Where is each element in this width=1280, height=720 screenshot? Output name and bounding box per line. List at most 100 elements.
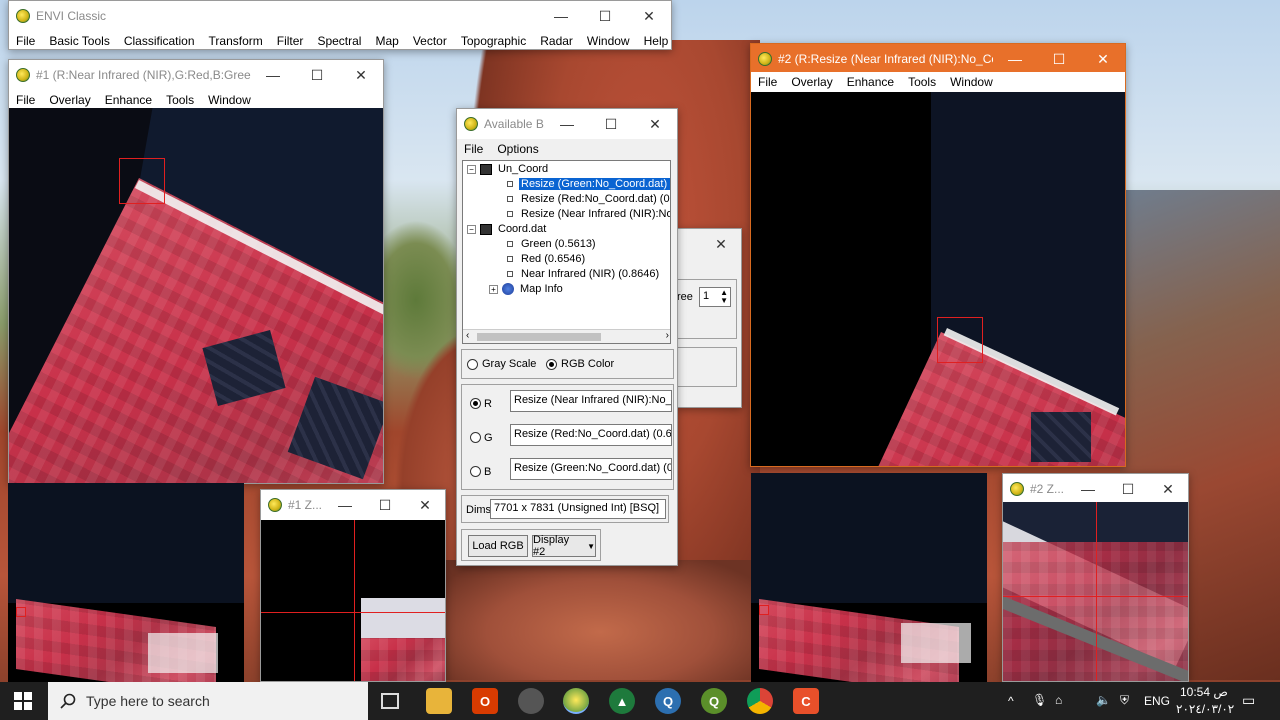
rgb-color-radio[interactable] [546, 359, 557, 370]
maximize-button[interactable]: ☐ [589, 109, 633, 139]
menu-vector[interactable]: Vector [406, 34, 454, 48]
close-button[interactable]: ✕ [405, 490, 445, 520]
menu-filter[interactable]: Filter [270, 34, 311, 48]
display2-scroll-window[interactable] [751, 473, 987, 682]
load-rgb-button[interactable]: Load RGB [468, 535, 528, 557]
menu-basic-tools[interactable]: Basic Tools [42, 34, 116, 48]
b-band-field[interactable]: Resize (Green:No_Coord.dat) (0.56 [510, 458, 672, 480]
maximize-button[interactable]: ☐ [295, 60, 339, 90]
menu-window[interactable]: Window [943, 75, 1000, 89]
degree-spinner[interactable]: 1 ▲ ▼ [699, 287, 731, 307]
scroll-right-icon[interactable]: › [666, 330, 669, 341]
collapse-icon[interactable]: − [467, 164, 476, 174]
menu-file[interactable]: File [9, 34, 42, 48]
qgis-icon[interactable]: Q [701, 688, 727, 714]
search-app-icon[interactable]: Q [655, 688, 681, 714]
display2-titlebar[interactable]: #2 (R:Resize (Near Infrared (NIR):No_Coo… [751, 44, 1125, 74]
clock-time[interactable]: 10:54 ص [1180, 685, 1228, 699]
maximize-button[interactable]: ☐ [365, 490, 405, 520]
office-icon[interactable]: O [472, 688, 498, 714]
image-window-box[interactable] [16, 607, 26, 617]
close-button[interactable]: ✕ [633, 109, 677, 139]
minimize-button[interactable]: — [539, 1, 583, 31]
tree-band-item[interactable]: Green (0.5613) [507, 238, 596, 250]
zoom1-canvas[interactable] [261, 520, 445, 681]
envi-taskbar-icon[interactable] [563, 688, 589, 714]
menu-file[interactable]: File [9, 93, 42, 107]
menu-window[interactable]: Window [201, 93, 258, 107]
menu-file[interactable]: File [751, 75, 784, 89]
maximize-button[interactable]: ☐ [583, 1, 627, 31]
close-button[interactable]: ✕ [627, 1, 671, 31]
scroll-window-box[interactable] [119, 158, 165, 204]
close-button[interactable]: ✕ [699, 229, 741, 259]
scroll-left-icon[interactable]: ‹ [466, 330, 469, 341]
notification-icon[interactable]: ▭ [1242, 692, 1255, 709]
file-explorer-icon[interactable] [426, 688, 452, 714]
security-icon[interactable]: ⛨ [1120, 693, 1129, 708]
display1-image-canvas[interactable] [9, 108, 383, 483]
b-channel-radio[interactable] [470, 466, 481, 477]
menu-topographic[interactable]: Topographic [454, 34, 533, 48]
windows-start-icon[interactable] [14, 692, 32, 710]
menu-help[interactable]: Help [637, 34, 671, 48]
maximize-button[interactable]: ☐ [1108, 474, 1148, 504]
tree-map-info[interactable]: + Map Info [489, 283, 563, 295]
image-window-box[interactable] [759, 605, 769, 615]
menu-enhance[interactable]: Enhance [98, 93, 159, 107]
network-icon[interactable]: ⌂ [1055, 693, 1062, 707]
menu-overlay[interactable]: Overlay [42, 93, 97, 107]
display2-image-canvas[interactable] [751, 92, 1125, 466]
tree-file-coord[interactable]: − Coord.dat [467, 223, 546, 235]
minimize-button[interactable]: — [1068, 474, 1108, 504]
tree-band-item[interactable]: Resize (Near Infrared (NIR):No_Co [507, 208, 670, 220]
spinner-arrows-icon[interactable]: ▲ ▼ [720, 289, 728, 305]
menu-transform[interactable]: Transform [202, 34, 270, 48]
menu-spectral[interactable]: Spectral [310, 34, 368, 48]
r-band-field[interactable]: Resize (Near Infrared (NIR):No_Coo [510, 390, 672, 412]
available-bands-titlebar[interactable]: Available B... — ☐ ✕ [457, 109, 677, 139]
close-button[interactable]: ✕ [1148, 474, 1188, 504]
arcgis-icon[interactable]: ▲ [609, 688, 635, 714]
menu-radar[interactable]: Radar [533, 34, 580, 48]
app-globe-icon[interactable] [518, 688, 544, 714]
menu-tools[interactable]: Tools [901, 75, 943, 89]
tree-band-item[interactable]: Red (0.6546) [507, 253, 585, 265]
menu-enhance[interactable]: Enhance [840, 75, 901, 89]
close-button[interactable]: ✕ [1081, 44, 1125, 74]
microphone-icon[interactable]: 🎙 [1032, 693, 1047, 707]
expand-icon[interactable]: + [489, 284, 498, 294]
menu-classification[interactable]: Classification [117, 34, 202, 48]
g-band-field[interactable]: Resize (Red:No_Coord.dat) (0.6546 [510, 424, 672, 446]
tree-band-item[interactable]: Resize (Red:No_Coord.dat) (0.654 [507, 193, 670, 205]
menu-options[interactable]: Options [490, 142, 545, 156]
tree-horizontal-scrollbar[interactable]: ‹ › [463, 329, 670, 343]
menu-map[interactable]: Map [368, 34, 405, 48]
camtasia-icon[interactable]: C [793, 688, 819, 714]
zoom2-titlebar[interactable]: #2 Z... — ☐ ✕ [1003, 474, 1188, 504]
close-button[interactable]: ✕ [339, 60, 383, 90]
menu-overlay[interactable]: Overlay [784, 75, 839, 89]
tree-band-item[interactable]: Resize (Green:No_Coord.dat) (0.5 [507, 178, 670, 190]
display1-scroll-window[interactable] [8, 483, 244, 682]
tree-band-item[interactable]: Near Infrared (NIR) (0.8646) [507, 268, 659, 280]
maximize-button[interactable]: ☐ [1037, 44, 1081, 74]
clock-date[interactable]: ٢٠٢٤/٠٣/٠٢ [1176, 702, 1234, 716]
menu-file[interactable]: File [457, 142, 490, 156]
gray-scale-radio[interactable] [467, 359, 478, 370]
minimize-button[interactable]: — [251, 60, 295, 90]
chrome-icon[interactable] [747, 688, 773, 714]
envi-main-titlebar[interactable]: ENVI Classic — ☐ ✕ [9, 1, 671, 31]
taskbar-search-box[interactable]: Type here to search [48, 682, 368, 720]
zoom1-titlebar[interactable]: #1 Z... — ☐ ✕ [261, 490, 445, 520]
language-indicator[interactable]: ENG [1144, 694, 1170, 708]
minimize-button[interactable]: — [325, 490, 365, 520]
menu-tools[interactable]: Tools [159, 93, 201, 107]
task-view-icon[interactable] [381, 693, 399, 709]
menu-window[interactable]: Window [580, 34, 637, 48]
display1-titlebar[interactable]: #1 (R:Near Infrared (NIR),G:Red,B:Green)… [9, 60, 383, 90]
scrollbar-thumb[interactable] [477, 333, 601, 341]
scroll-window-box[interactable] [937, 317, 983, 363]
tray-chevron-icon[interactable]: ^ [1008, 694, 1014, 708]
minimize-button[interactable]: — [993, 44, 1037, 74]
